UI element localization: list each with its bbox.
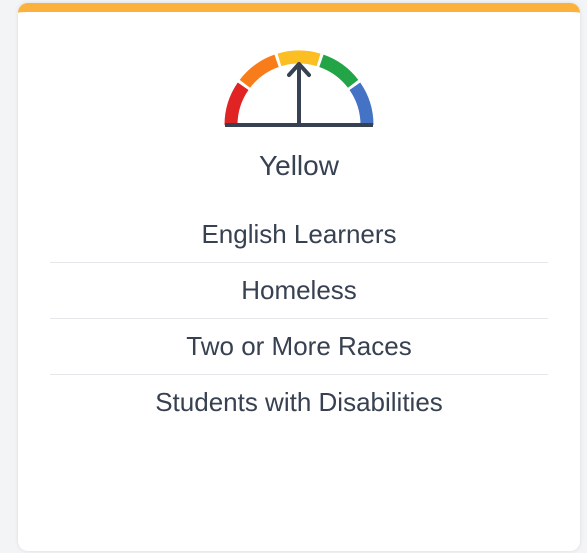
student-group-item: Two or More Races xyxy=(50,319,548,375)
student-group-list: English Learners Homeless Two or More Ra… xyxy=(50,207,548,430)
performance-level-label: Yellow xyxy=(259,150,339,181)
student-group-item: Homeless xyxy=(50,263,548,319)
speedometer-gauge-icon xyxy=(224,50,374,127)
student-group-item: English Learners xyxy=(50,207,548,263)
gauge-segment xyxy=(239,54,279,88)
performance-level-card: Yellow English Learners Homeless Two or … xyxy=(18,3,580,551)
gauge-segment xyxy=(277,50,321,67)
gauge-segment xyxy=(349,82,374,126)
gauge-segment xyxy=(319,54,359,88)
student-group-item: Students with Disabilities xyxy=(155,387,443,417)
gauge-segment xyxy=(224,82,249,126)
